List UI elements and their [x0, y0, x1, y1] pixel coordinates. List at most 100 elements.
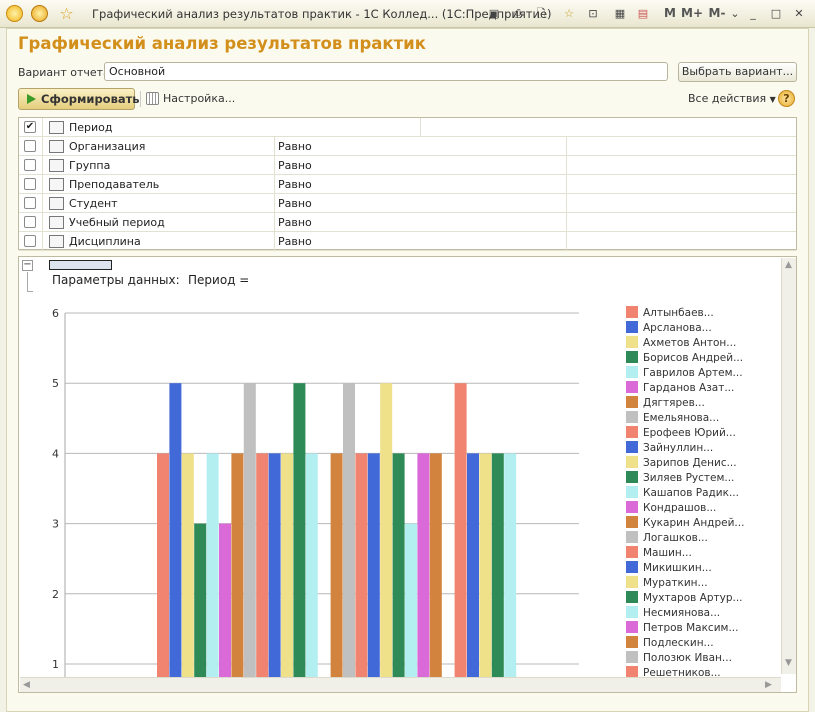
column-divider — [42, 137, 43, 156]
parameter-name: Преподаватель — [69, 178, 160, 191]
legend-swatch — [626, 456, 638, 468]
column-divider — [42, 175, 43, 194]
bar — [479, 453, 492, 692]
menu-dropdown-icon[interactable] — [31, 5, 48, 22]
column-divider — [274, 175, 275, 194]
checkbox[interactable] — [24, 140, 36, 152]
bar — [256, 453, 269, 692]
settings-label: Настройка... — [163, 92, 236, 105]
filter-field-icon — [49, 197, 64, 210]
column-divider — [274, 213, 275, 232]
legend-label: Гаврилов Артем... — [643, 367, 743, 379]
settings-button[interactable]: Настройка... — [146, 92, 235, 105]
checkbox[interactable]: ✔ — [24, 121, 36, 133]
parameter-name: Организация — [69, 140, 146, 153]
close-icon[interactable]: ✕ — [792, 5, 806, 22]
legend-label: Подлескин... — [643, 637, 714, 649]
app-logo-icon[interactable] — [6, 5, 23, 22]
legend-label: Ерофеев Юрий... — [643, 427, 736, 439]
legend-swatch — [626, 501, 638, 513]
calendar-icon[interactable]: ▤ — [635, 5, 651, 22]
parameter-condition: Равно — [278, 235, 312, 248]
choose-variant-button[interactable]: Выбрать вариант... — [678, 62, 797, 82]
scroll-right-icon[interactable]: ▶ — [765, 680, 772, 690]
legend-label: Логашков... — [643, 532, 708, 544]
column-divider — [42, 118, 43, 137]
checkbox[interactable] — [24, 159, 36, 171]
parameter-row[interactable]: Группа Равно — [19, 156, 796, 175]
checkbox[interactable] — [24, 216, 36, 228]
column-divider — [566, 232, 567, 251]
legend-swatch — [626, 531, 638, 543]
maximize-icon[interactable]: □ — [769, 5, 783, 22]
column-divider — [274, 156, 275, 175]
bar — [454, 383, 467, 692]
calculator-icon[interactable]: ▦ — [612, 5, 628, 22]
parameter-name: Период — [69, 121, 113, 134]
link-icon[interactable]: ⊡ — [585, 5, 601, 22]
parameter-row[interactable]: Учебный период Равно — [19, 213, 796, 232]
parameter-name: Учебный период — [69, 216, 165, 229]
checkbox[interactable] — [24, 235, 36, 247]
filter-field-icon — [49, 140, 64, 153]
parameter-row[interactable]: Студент Равно — [19, 194, 796, 213]
toolbar-dropdown-icon[interactable]: ⌄ — [730, 5, 740, 22]
legend-label: Ахметов Антон... — [643, 337, 736, 349]
bar — [467, 453, 479, 692]
generate-button[interactable]: Сформировать — [18, 88, 140, 110]
parameter-row[interactable]: Преподаватель Равно — [19, 175, 796, 194]
parameter-name: Студент — [69, 197, 118, 210]
scroll-up-icon[interactable]: ▲ — [785, 260, 792, 270]
variant-label: Вариант отчета: — [18, 66, 114, 79]
all-actions-menu[interactable]: Все действия ▼ — [688, 92, 776, 105]
filter-field-icon — [49, 235, 64, 248]
legend-label: Зайнуллин... — [643, 442, 713, 454]
bar — [380, 383, 393, 692]
y-tick-label: 3 — [52, 518, 59, 531]
y-tick-label: 1 — [52, 658, 59, 671]
filter-field-icon — [49, 216, 64, 229]
memory-mplus-button[interactable]: M+ — [681, 5, 703, 22]
y-tick-label: 2 — [52, 588, 59, 601]
add-favorite-icon[interactable]: ☆ — [561, 5, 577, 22]
print-icon[interactable]: ⎙ — [510, 5, 526, 22]
filter-field-icon — [49, 178, 64, 191]
legend-swatch — [626, 396, 638, 408]
parameter-row[interactable]: ✔ Период — [19, 118, 796, 137]
preview-icon[interactable]: 🗋 — [533, 5, 549, 22]
bar — [243, 383, 256, 692]
parameter-row[interactable]: Дисциплина Равно — [19, 232, 796, 251]
vertical-scrollbar[interactable]: ▲ ▼ — [781, 258, 796, 674]
help-button[interactable]: ? — [778, 90, 795, 107]
bar — [367, 453, 380, 692]
bar — [219, 523, 231, 692]
scroll-down-icon[interactable]: ▼ — [785, 658, 792, 668]
parameter-name: Группа — [69, 159, 111, 172]
checkbox[interactable] — [24, 178, 36, 190]
variant-input[interactable]: Основной — [104, 62, 668, 81]
column-divider — [42, 232, 43, 251]
horizontal-scrollbar[interactable]: ◀ ▶ — [20, 677, 781, 692]
legend-label: Зиляев Рустем... — [643, 472, 734, 484]
save-icon[interactable]: ▣ — [486, 5, 502, 22]
checkbox[interactable] — [24, 197, 36, 209]
favorites-star-icon[interactable]: ☆ — [58, 5, 75, 22]
legend-swatch — [626, 336, 638, 348]
memory-m-button[interactable]: M — [662, 5, 678, 22]
legend-label: Микишкин... — [643, 562, 712, 574]
bar — [194, 523, 207, 692]
scroll-left-icon[interactable]: ◀ — [23, 680, 30, 690]
legend-label: Мухтаров Артур... — [643, 592, 743, 604]
minimize-icon[interactable]: _ — [746, 5, 760, 22]
legend-label: Полозюк Иван... — [643, 652, 732, 664]
memory-mminus-button[interactable]: M- — [707, 5, 727, 22]
bar — [392, 453, 405, 692]
column-divider — [566, 194, 567, 213]
parameter-row[interactable]: Организация Равно — [19, 137, 796, 156]
column-divider — [42, 213, 43, 232]
parameter-condition: Равно — [278, 140, 312, 153]
legend-swatch — [626, 606, 638, 618]
legend-swatch — [626, 651, 638, 663]
legend-swatch — [626, 441, 638, 453]
all-actions-label: Все действия — [688, 92, 767, 105]
